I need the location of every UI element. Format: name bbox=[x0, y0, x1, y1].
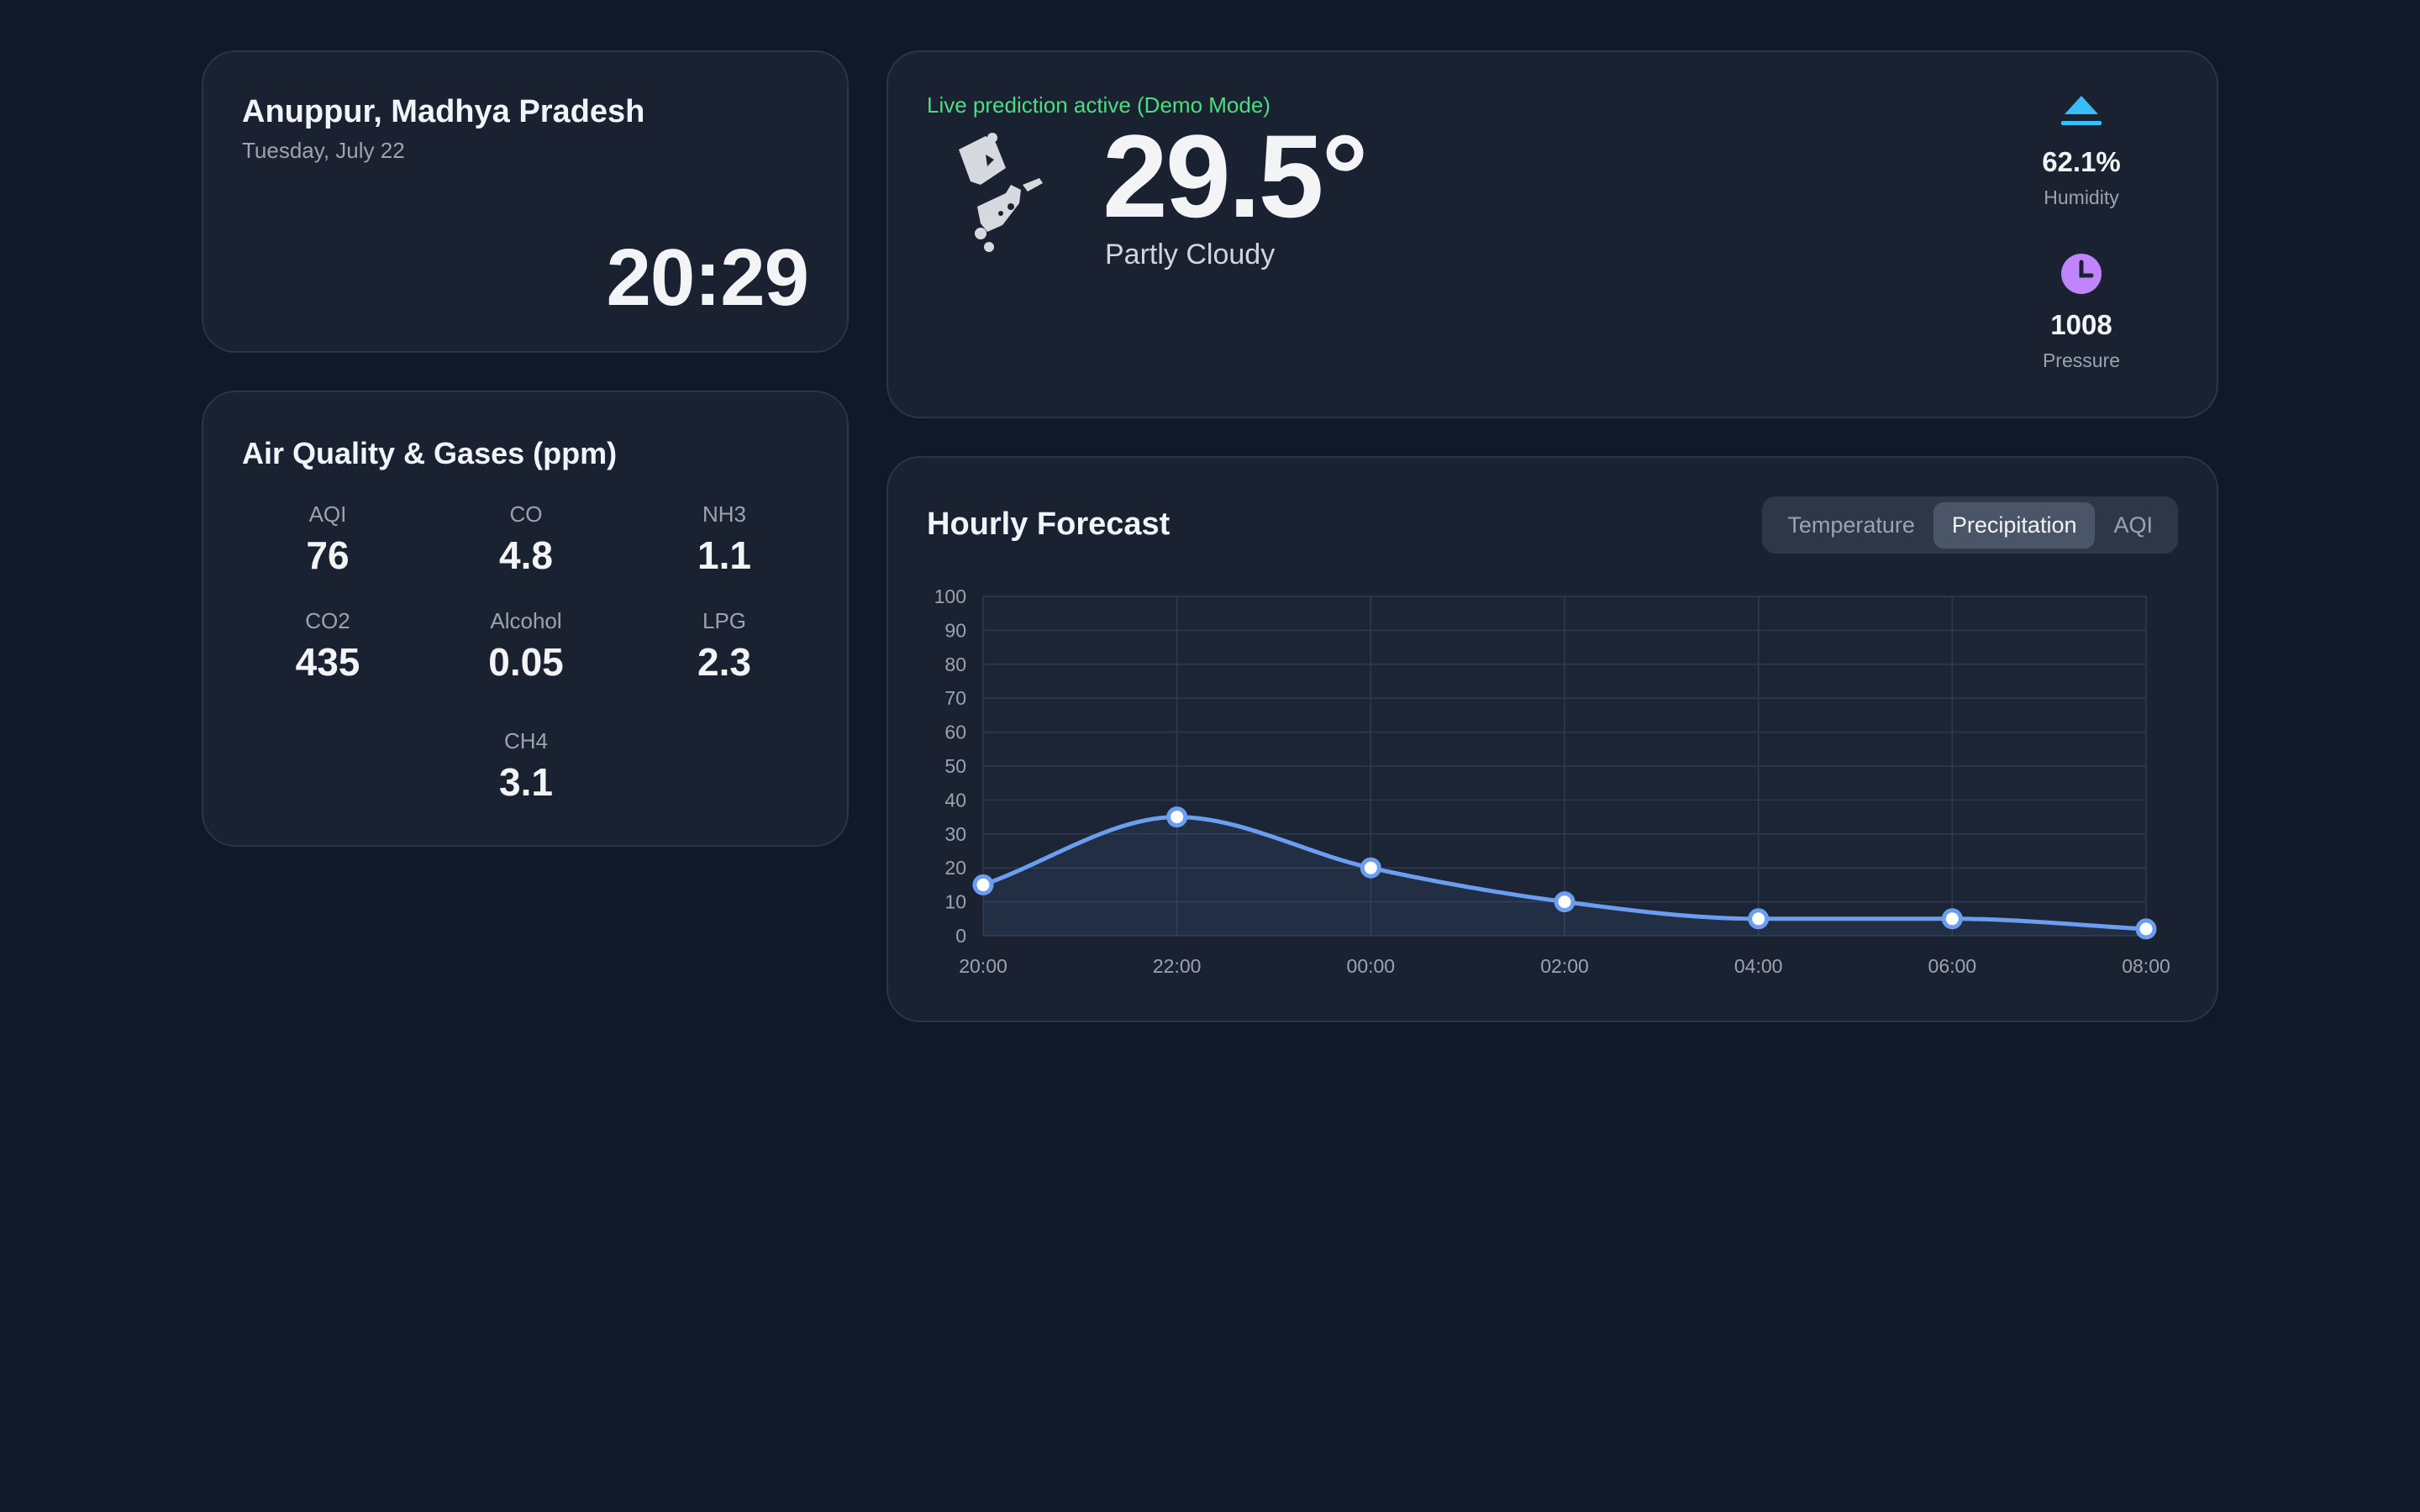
aq-value: 4.8 bbox=[499, 533, 553, 577]
aq-value: 2.3 bbox=[697, 640, 751, 684]
data-point bbox=[1748, 908, 1770, 930]
aq-value: 3.1 bbox=[499, 760, 553, 804]
aq-value: 1.1 bbox=[697, 533, 751, 577]
hourly-forecast-card: Hourly Forecast Temperature Precipitatio… bbox=[886, 456, 2218, 1022]
aq-item-co2: CO2 435 bbox=[244, 608, 412, 685]
y-tick-label: 40 bbox=[944, 789, 966, 811]
clock-icon bbox=[2061, 254, 2102, 294]
aq-label: AQI bbox=[308, 501, 347, 527]
x-tick-label: 22:00 bbox=[1153, 955, 1202, 977]
x-tick-label: 02:00 bbox=[1540, 955, 1589, 977]
clock-time: 20:29 bbox=[606, 233, 809, 323]
y-tick-label: 20 bbox=[944, 857, 966, 879]
aq-item-lpg: LPG 2.3 bbox=[640, 608, 808, 685]
aq-label: LPG bbox=[702, 608, 747, 633]
aq-label: CH4 bbox=[503, 728, 548, 753]
aq-item-co: CO 4.8 bbox=[442, 501, 610, 578]
y-tick-label: 50 bbox=[944, 755, 966, 777]
aq-value: 0.05 bbox=[488, 640, 564, 684]
aq-item-aqi: AQI 76 bbox=[244, 501, 412, 578]
current-condition: Partly Cloudy bbox=[1105, 239, 1276, 270]
y-tick-label: 80 bbox=[944, 654, 966, 675]
y-tick-label: 70 bbox=[944, 687, 966, 709]
humidity-label: Humidity bbox=[2044, 186, 2119, 208]
y-tick-label: 90 bbox=[944, 619, 966, 641]
current-temperature: 29.5° bbox=[1102, 110, 1368, 242]
aq-label: Alcohol bbox=[490, 608, 562, 633]
y-tick-label: 60 bbox=[944, 722, 966, 743]
weather-icon bbox=[959, 133, 1043, 252]
aq-label: NH3 bbox=[702, 501, 746, 527]
pressure-label: Pressure bbox=[2042, 349, 2121, 371]
pressure-value: 1008 bbox=[2050, 309, 2112, 340]
humidity-stat: 62.1% Humidity bbox=[1997, 92, 2165, 209]
y-tick-label: 0 bbox=[955, 925, 966, 947]
air-quality-title: Air Quality & Gases (ppm) bbox=[242, 436, 618, 470]
data-point bbox=[1360, 857, 1381, 879]
x-tick-label: 00:00 bbox=[1347, 955, 1396, 977]
eject-icon bbox=[2061, 96, 2102, 125]
aq-label: CO bbox=[509, 501, 543, 527]
location-date: Tuesday, July 22 bbox=[242, 138, 405, 163]
aq-value: 435 bbox=[295, 640, 360, 684]
aq-item-ch4: CH4 3.1 bbox=[442, 728, 610, 805]
location-card: Anuppur, Madhya Pradesh Tuesday, July 22… bbox=[202, 50, 849, 353]
air-quality-card: Air Quality & Gases (ppm) AQI 76 CO 4.8 … bbox=[202, 391, 849, 847]
data-point bbox=[1941, 908, 1963, 930]
x-tick-label: 20:00 bbox=[959, 955, 1007, 977]
data-point bbox=[972, 874, 994, 895]
x-tick-label: 04:00 bbox=[1734, 955, 1783, 977]
y-tick-label: 10 bbox=[944, 891, 966, 913]
aq-label: CO2 bbox=[305, 608, 350, 633]
x-tick-label: 06:00 bbox=[1928, 955, 1977, 977]
aq-item-alcohol: Alcohol 0.05 bbox=[442, 608, 610, 685]
data-point bbox=[2135, 918, 2157, 940]
location-name: Anuppur, Madhya Pradesh bbox=[242, 94, 645, 129]
current-weather-card: Live prediction active (Demo Mode) 29.5°… bbox=[886, 50, 2218, 418]
data-point bbox=[1166, 806, 1188, 828]
forecast-chart: 0 10 20 30 40 50 60 70 80 90 100 20:00 22:00 00:00 02:… bbox=[934, 585, 2170, 977]
pressure-stat: 1008 Pressure bbox=[1997, 252, 2165, 372]
aq-value: 76 bbox=[306, 533, 350, 577]
x-tick-label: 08:00 bbox=[2122, 955, 2170, 977]
humidity-value: 62.1% bbox=[2042, 146, 2121, 177]
y-tick-label: 30 bbox=[944, 823, 966, 845]
y-tick-label: 100 bbox=[934, 585, 966, 607]
data-point bbox=[1554, 891, 1576, 913]
aq-item-nh3: NH3 1.1 bbox=[640, 501, 808, 578]
